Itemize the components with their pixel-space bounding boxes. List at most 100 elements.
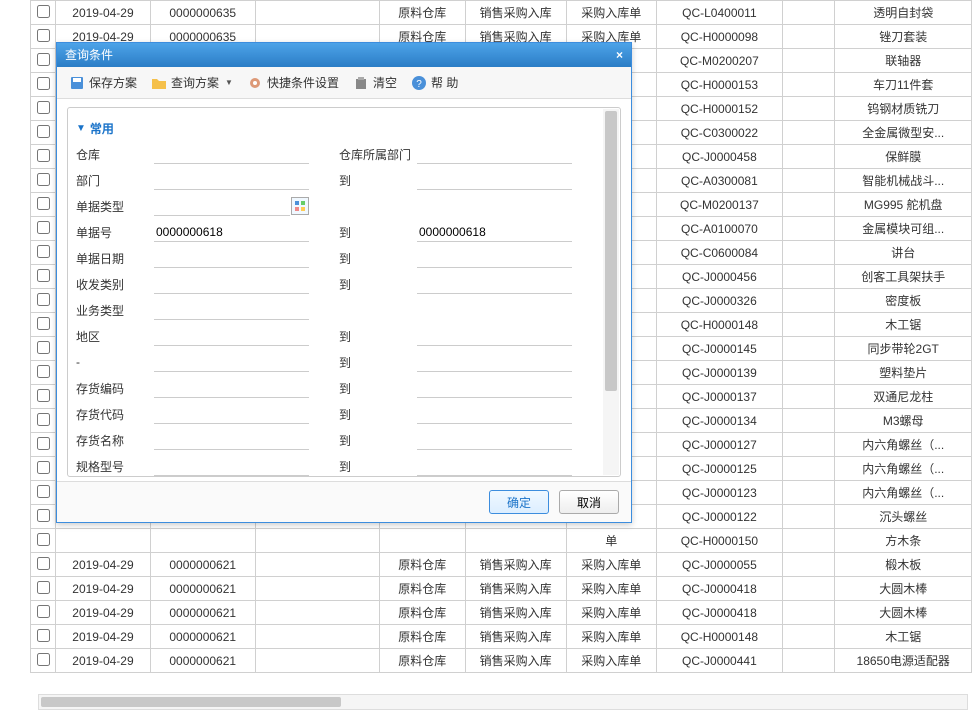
cell-code: QC-J0000134 [656, 409, 782, 433]
row-checkbox[interactable] [37, 437, 50, 450]
row-checkbox[interactable] [37, 53, 50, 66]
field-input[interactable] [154, 404, 309, 424]
ok-button[interactable]: 确定 [489, 490, 549, 514]
field-input-to[interactable] [417, 404, 572, 424]
row-checkbox[interactable] [37, 245, 50, 258]
cell-empty2 [782, 361, 835, 385]
table-row[interactable]: 单QC-H0000150方木条 [31, 529, 972, 553]
row-checkbox[interactable] [37, 293, 50, 306]
field-input[interactable] [154, 456, 309, 476]
cell-date: 2019-04-29 [56, 601, 151, 625]
row-checkbox[interactable] [37, 485, 50, 498]
cell-empty2 [782, 193, 835, 217]
shortcut-settings-button[interactable]: 快捷条件设置 [241, 72, 345, 93]
help-button[interactable]: ? 帮 助 [405, 72, 464, 93]
field-label: - [76, 355, 154, 369]
row-checkbox[interactable] [37, 365, 50, 378]
field-input[interactable] [154, 300, 309, 320]
cell-empty [255, 649, 379, 673]
field-input-to[interactable] [417, 222, 572, 242]
row-checkbox[interactable] [37, 557, 50, 570]
row-checkbox[interactable] [37, 581, 50, 594]
field-input[interactable] [154, 352, 309, 372]
row-checkbox[interactable] [37, 101, 50, 114]
cell-code: QC-J0000456 [656, 265, 782, 289]
cell-empty [255, 553, 379, 577]
cell-code: QC-J0000418 [656, 601, 782, 625]
row-checkbox[interactable] [37, 77, 50, 90]
row-checkbox[interactable] [37, 197, 50, 210]
row-checkbox[interactable] [37, 173, 50, 186]
field-input-to[interactable] [417, 456, 572, 476]
field-label-to: 到 [339, 328, 417, 345]
row-checkbox[interactable] [37, 5, 50, 18]
scrollbar-thumb[interactable] [41, 697, 341, 707]
row-checkbox[interactable] [37, 389, 50, 402]
table-row[interactable]: 2019-04-290000000635原料仓库销售采购入库采购入库单QC-L0… [31, 1, 972, 25]
lookup-icon[interactable] [291, 197, 309, 215]
cell-itemname: 锉刀套装 [835, 25, 972, 49]
field-input-to[interactable] [417, 274, 572, 294]
field-input[interactable] [154, 248, 309, 268]
row-checkbox[interactable] [37, 629, 50, 642]
row-checkbox[interactable] [37, 29, 50, 42]
field-input-to[interactable] [417, 170, 572, 190]
cell-type2: 单 [566, 529, 656, 553]
cell-warehouse: 原料仓库 [379, 553, 465, 577]
field-input-to[interactable] [417, 326, 572, 346]
horizontal-scrollbar[interactable] [38, 694, 968, 710]
field-input[interactable] [154, 222, 309, 242]
vertical-scrollbar[interactable] [603, 109, 619, 475]
cancel-button[interactable]: 取消 [559, 490, 619, 514]
row-checkbox[interactable] [37, 653, 50, 666]
table-row[interactable]: 2019-04-290000000621原料仓库销售采购入库采购入库单QC-J0… [31, 649, 972, 673]
cell-empty2 [782, 625, 835, 649]
field-input[interactable] [154, 378, 309, 398]
field-input[interactable] [154, 144, 309, 164]
cell-type2: 采购入库单 [566, 553, 656, 577]
row-checkbox[interactable] [37, 509, 50, 522]
field-input-to[interactable] [417, 378, 572, 398]
cell-empty [255, 625, 379, 649]
field-input-to[interactable] [417, 430, 572, 450]
folder-icon [151, 75, 167, 91]
row-checkbox[interactable] [37, 341, 50, 354]
table-row[interactable]: 2019-04-290000000621原料仓库销售采购入库采购入库单QC-J0… [31, 601, 972, 625]
row-checkbox[interactable] [37, 269, 50, 282]
cell-code: QC-J0000139 [656, 361, 782, 385]
table-row[interactable]: 2019-04-290000000621原料仓库销售采购入库采购入库单QC-J0… [31, 577, 972, 601]
table-row[interactable]: 2019-04-290000000621原料仓库销售采购入库采购入库单QC-H0… [31, 625, 972, 649]
section-common[interactable]: ▼ 常用 [76, 116, 612, 141]
field-input[interactable] [154, 274, 309, 294]
cell-itemname: 联轴器 [835, 49, 972, 73]
row-checkbox[interactable] [37, 149, 50, 162]
field-input[interactable] [154, 170, 309, 190]
field-input[interactable] [154, 430, 309, 450]
row-checkbox[interactable] [37, 461, 50, 474]
row-checkbox[interactable] [37, 605, 50, 618]
cell-code: QC-A0100070 [656, 217, 782, 241]
field-label: 地区 [76, 328, 154, 345]
row-checkbox[interactable] [37, 533, 50, 546]
row-checkbox[interactable] [37, 317, 50, 330]
field-label: 单据日期 [76, 250, 154, 267]
cell-itemname: 金属模块可组... [835, 217, 972, 241]
dialog-titlebar[interactable]: 查询条件 × [57, 43, 631, 67]
row-checkbox[interactable] [37, 125, 50, 138]
clear-button[interactable]: 清空 [347, 72, 403, 93]
row-checkbox[interactable] [37, 413, 50, 426]
field-input-to[interactable] [417, 248, 572, 268]
row-checkbox[interactable] [37, 221, 50, 234]
cell-empty [255, 1, 379, 25]
save-plan-button[interactable]: 保存方案 [63, 72, 143, 93]
close-icon[interactable]: × [616, 43, 623, 67]
field-input[interactable] [154, 326, 309, 346]
table-row[interactable]: 2019-04-290000000621原料仓库销售采购入库采购入库单QC-J0… [31, 553, 972, 577]
scrollbar-thumb[interactable] [605, 111, 617, 391]
field-input-to[interactable] [417, 352, 572, 372]
field-input-to[interactable] [417, 144, 572, 164]
field-input[interactable] [154, 196, 290, 216]
query-plan-button[interactable]: 查询方案 ▼ [145, 72, 239, 93]
cell-docnum: 0000000621 [150, 649, 255, 673]
cell-empty2 [782, 481, 835, 505]
